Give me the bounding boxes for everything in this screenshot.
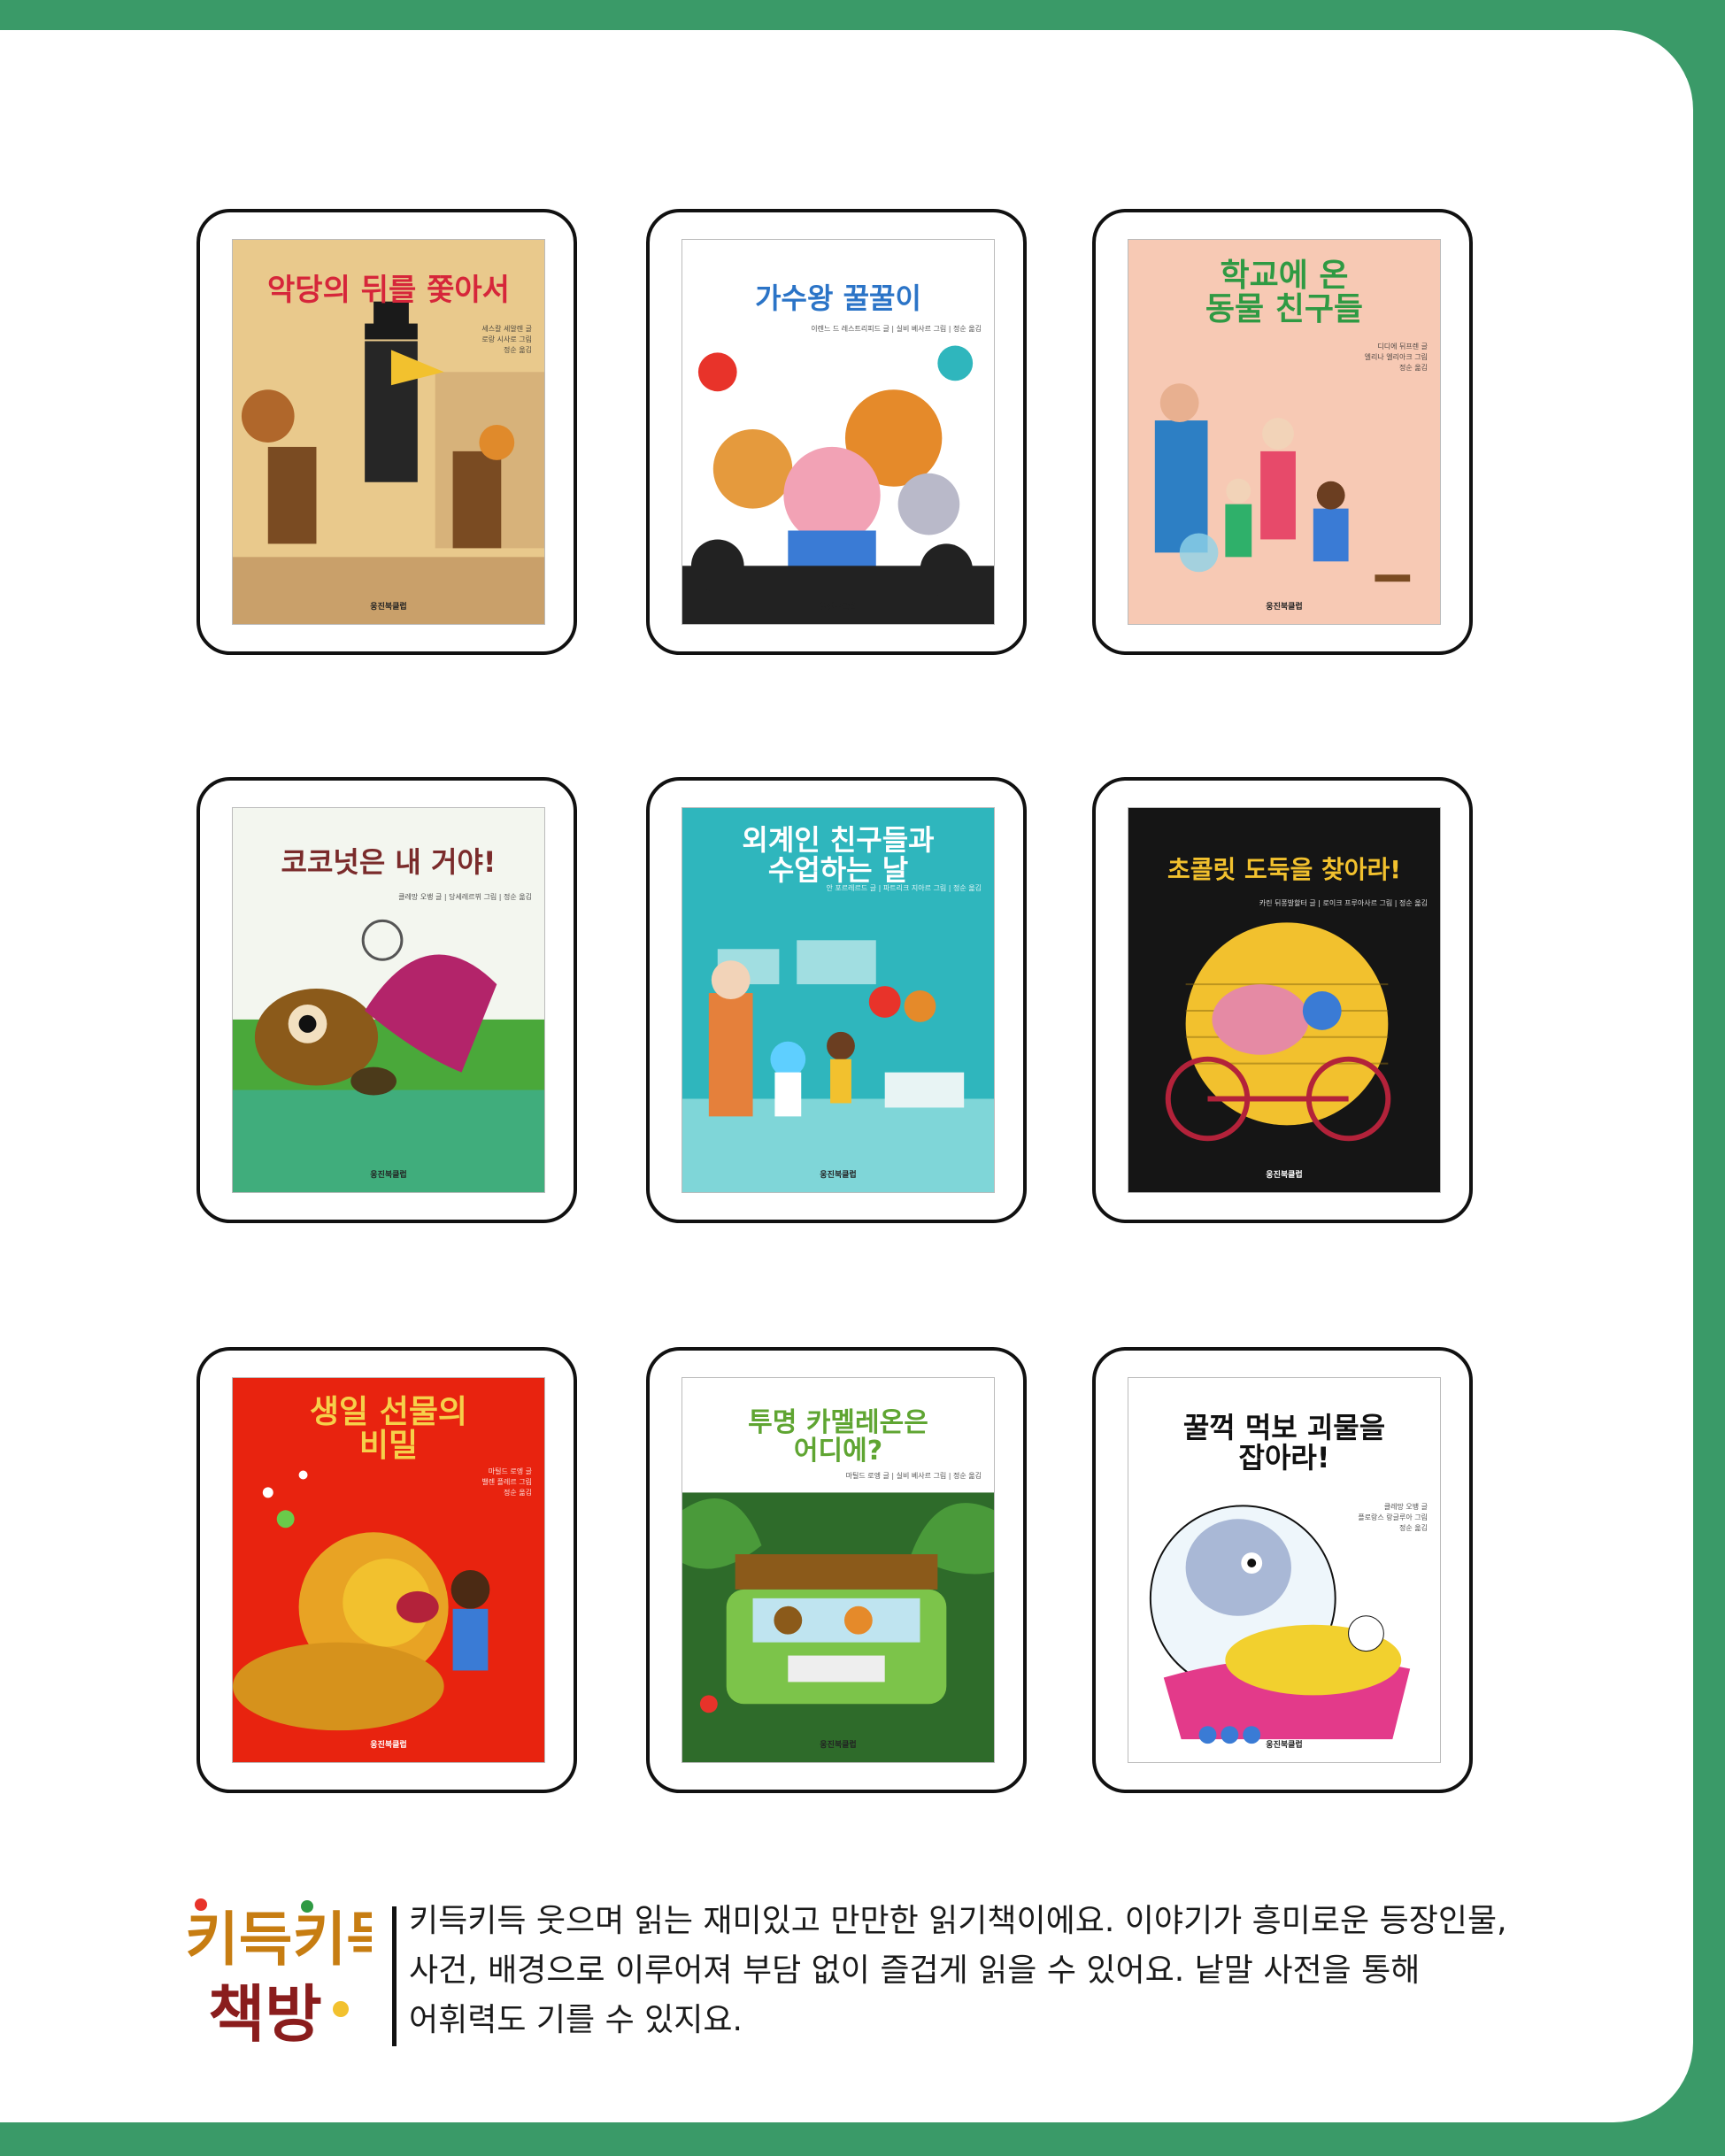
book-credit: 클레망 오뱅 글 | 당세레르뷔 그림 | 정순 옮김	[398, 893, 532, 901]
book-credit: 카린 뒤퐁발할터 글 | 로이크 프루아사르 그림 | 정순 옮김	[1259, 899, 1428, 907]
book-cover[interactable]: 초콜릿 도둑을 찾아라! 카린 뒤퐁발할터 글 | 로이크 프루아사르 그림 | …	[1128, 807, 1441, 1193]
book-cover[interactable]: 꿀꺽 먹보 괴물을 잡아라! 클레망 오뱅 글 플로랑스 랑글루아 그림 정순 옮…	[1128, 1377, 1441, 1763]
book-credit: 마틸드 로엥 글 밸렌 플레르 그림 정순 옮김	[481, 1467, 532, 1497]
book-credit: 디디에 뒤프렌 글 엘리나 엘리아크 그림 정순 옮김	[1364, 343, 1428, 372]
book-card[interactable]: 가수왕 꿀꿀이이렌느 드 레스트리피드 글 | 실비 베사르 그림 | 정순 옮…	[646, 209, 1027, 655]
publisher-label: 웅진북클럽	[1266, 1741, 1303, 1750]
book-card[interactable]: 투명 카멜레온은 어디에? 마틸드 로엥 글 | 실비 베사르 그림 | 정순 옮…	[646, 1347, 1027, 1793]
book-card[interactable]: 생일 선물의 비밀마틸드 로엥 글 밸렌 플레르 그림 정순 옮김웅진북클럽	[196, 1347, 577, 1793]
book-credit: 세스칼 세알렌 글 로랑 시사로 그림 정순 옮김	[481, 325, 532, 354]
publisher-label: 웅진북클럽	[820, 1171, 857, 1180]
series-description: 키득키득 웃으며 읽는 재미있고 만만한 읽기책이에요. 이야기가 흥미로운 등…	[409, 1903, 1507, 2038]
book-card[interactable]: 꿀꺽 먹보 괴물을 잡아라! 클레망 오뱅 글 플로랑스 랑글루아 그림 정순 옮…	[1092, 1347, 1473, 1793]
book-credit: 안 포르레르드 글 | 파트리크 지아르 그림 | 정순 옮김	[826, 884, 982, 892]
book-card[interactable]: 코코넛은 내 거야! 클레망 오뱅 글 | 당세레르뷔 그림 | 정순 옮김웅진북…	[196, 777, 577, 1223]
publisher-label: 웅진북클럽	[1266, 603, 1303, 612]
series-logo-line1: 키득키득	[185, 1906, 372, 1974]
book-credit: 클레망 오뱅 글 플로랑스 랑글루아 그림 정순 옮김	[1358, 1503, 1428, 1532]
book-cover[interactable]: 가수왕 꿀꿀이이렌느 드 레스트리피드 글 | 실비 베사르 그림 | 정순 옮…	[682, 239, 995, 625]
book-cover[interactable]: 생일 선물의 비밀마틸드 로엥 글 밸렌 플레르 그림 정순 옮김웅진북클럽	[232, 1377, 545, 1763]
book-title: 생일 선물의 비밀	[309, 1394, 468, 1464]
book-credit: 마틸드 로엥 글 | 실비 베사르 그림 | 정순 옮김	[845, 1472, 982, 1480]
divider	[392, 1906, 397, 2046]
publisher-label: 웅진북클럽	[370, 1741, 407, 1750]
publisher-label: 웅진북클럽	[820, 603, 857, 612]
book-title: 가수왕 꿀꿀이	[755, 281, 921, 315]
book-card[interactable]: 학교에 온 동물 친구들 디디에 뒤프렌 글 엘리나 엘리아크 그림 정순 옮김웅…	[1092, 209, 1473, 655]
book-cover[interactable]: 악당의 뒤를 쫓아서세스칼 세알렌 글 로랑 시사로 그림 정순 옮김웅진북클럽	[232, 239, 545, 625]
book-card[interactable]: 악당의 뒤를 쫓아서세스칼 세알렌 글 로랑 시사로 그림 정순 옮김웅진북클럽	[196, 209, 577, 655]
book-title: 초콜릿 도둑을 찾아라!	[1167, 855, 1402, 884]
book-title: 학교에 온 동물 친구들	[1205, 258, 1364, 327]
publisher-label: 웅진북클럽	[1266, 1171, 1303, 1180]
series-logo-line2: 책방	[208, 1978, 322, 2049]
book-cover[interactable]: 투명 카멜레온은 어디에? 마틸드 로엥 글 | 실비 베사르 그림 | 정순 옮…	[682, 1377, 995, 1763]
book-title: 꿀꺽 먹보 괴물을 잡아라!	[1182, 1411, 1386, 1475]
book-card[interactable]: 외계인 친구들과 수업하는 날안 포르레르드 글 | 파트리크 지아르 그림 |…	[646, 777, 1027, 1223]
book-title: 투명 카멜레온은 어디에?	[748, 1407, 928, 1467]
book-cover[interactable]: 학교에 온 동물 친구들 디디에 뒤프렌 글 엘리나 엘리아크 그림 정순 옮김웅…	[1128, 239, 1441, 625]
series-logo: 키득키득 책방	[181, 1894, 400, 2051]
publisher-label: 웅진북클럽	[820, 1741, 857, 1750]
book-cover[interactable]: 외계인 친구들과 수업하는 날안 포르레르드 글 | 파트리크 지아르 그림 |…	[682, 807, 995, 1193]
book-title: 악당의 뒤를 쫓아서	[267, 273, 510, 308]
book-credit: 이렌느 드 레스트리피드 글 | 실비 베사르 그림 | 정순 옮김	[811, 325, 982, 333]
publisher-label: 웅진북클럽	[370, 1171, 407, 1180]
book-card[interactable]: 초콜릿 도둑을 찾아라! 카린 뒤퐁발할터 글 | 로이크 프루아사르 그림 | …	[1092, 777, 1473, 1223]
book-title: 외계인 친구들과 수업하는 날	[742, 823, 935, 887]
book-cover[interactable]: 코코넛은 내 거야! 클레망 오뱅 글 | 당세레르뷔 그림 | 정순 옮김웅진북…	[232, 807, 545, 1193]
publisher-label: 웅진북클럽	[370, 603, 407, 612]
book-title: 코코넛은 내 거야!	[281, 845, 497, 879]
